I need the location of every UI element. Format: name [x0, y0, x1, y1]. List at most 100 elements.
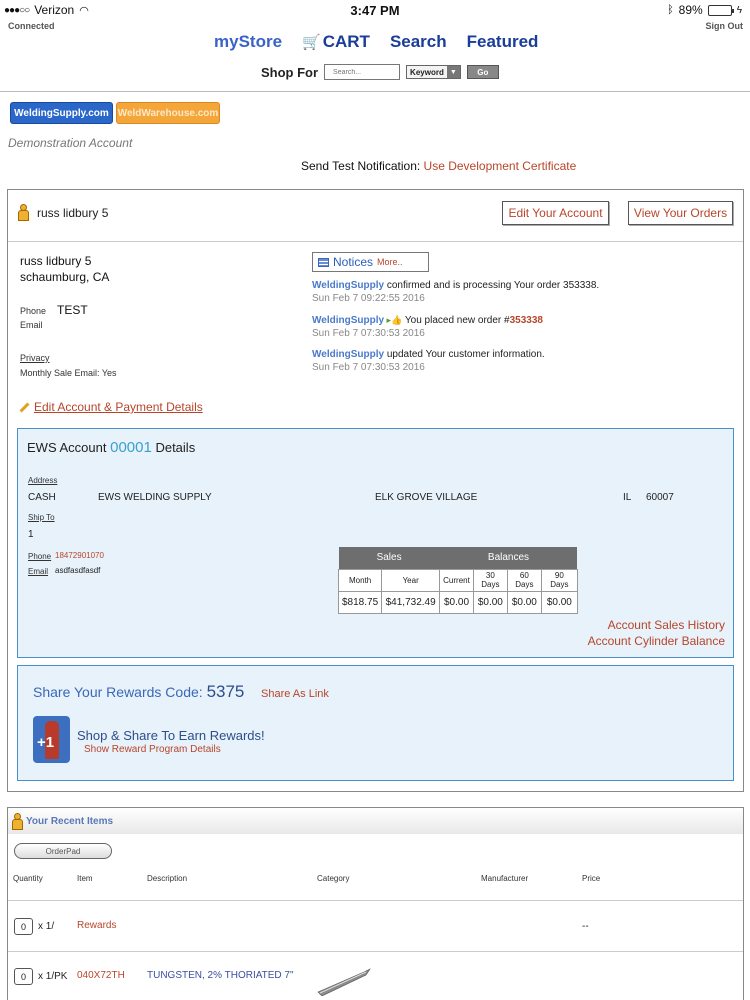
recent-items-title: Your Recent Items	[26, 815, 114, 827]
notification-label: Notification:	[357, 159, 421, 173]
rewards-code-label: Share Your Rewards Code:	[33, 684, 203, 700]
ews-account-box: EWS Account 00001 Details Address CASH E…	[17, 428, 734, 658]
col-manufacturer: Manufacturer	[481, 874, 529, 883]
notice-item: WeldingSupply updated Your customer info…	[312, 349, 545, 373]
quantity-input[interactable]: 0	[14, 968, 33, 985]
ews-account-number: 00001	[110, 439, 152, 456]
quantity-input[interactable]: 0	[14, 918, 33, 935]
col-description: Description	[147, 874, 188, 883]
account-sales-history-link[interactable]: Account Sales History	[608, 618, 725, 632]
battery-percent: 89%	[678, 3, 703, 17]
rewards-box: Share Your Rewards Code: 5375 Share As L…	[17, 665, 734, 781]
development-certificate-link[interactable]: Use Development Certificate	[424, 159, 577, 173]
keyword-select-value: Keyword	[410, 67, 444, 77]
search-input[interactable]	[324, 64, 401, 80]
rewards-code-line: Share Your Rewards Code: 5375	[33, 682, 244, 702]
recent-items-panel: Your Recent Items OrderPad Quantity Item…	[7, 807, 744, 1000]
nav-cart[interactable]: 🛒 CART	[302, 32, 370, 52]
row-item-link[interactable]: 040X72TH	[77, 970, 125, 981]
notice-order-link[interactable]: 353338	[510, 315, 543, 326]
balances-header: Balances	[439, 547, 578, 569]
address-zip: 60007	[646, 492, 674, 503]
notices-icon	[318, 257, 329, 267]
col-30days: 30 Days	[472, 568, 508, 592]
pencil-icon	[19, 402, 30, 412]
col-category: Category	[317, 874, 350, 883]
phone-label: Phone	[20, 306, 47, 316]
nav-mystore[interactable]: myStore	[214, 32, 282, 52]
notices-more-link[interactable]: More..	[377, 257, 403, 267]
address-label: Address	[28, 476, 58, 485]
share-as-link[interactable]: Share As Link	[261, 688, 329, 700]
phone-value: TEST	[57, 303, 88, 317]
address-col2: EWS WELDING SUPPLY	[98, 492, 212, 503]
row-description-link[interactable]: TUNGSTEN, 2% THORIATED 7"	[147, 970, 294, 981]
monthly-sale-email: Monthly Sale Email: Yes	[20, 368, 117, 378]
cart-icon: 🛒	[302, 34, 321, 51]
notice-source[interactable]: WeldingSupply	[312, 349, 384, 360]
col-90days: 90 Days	[540, 568, 578, 592]
col-quantity: Quantity	[13, 874, 43, 883]
user-header: russ lidbury 5	[18, 204, 108, 221]
ship-to-label: Ship To	[28, 513, 55, 522]
main-nav: myStore 🛒 CART Search Featured	[214, 32, 538, 52]
notices-header: Notices More..	[312, 252, 429, 272]
edit-account-payment-label: Edit Account & Payment Details	[34, 400, 203, 414]
reward-program-details-link[interactable]: Show Reward Program Details	[84, 744, 221, 755]
store-tab-weldingsupply[interactable]: WeldingSupply.com	[10, 102, 113, 124]
col-current: Current	[439, 568, 474, 592]
row-unit: x 1/PK	[38, 971, 68, 982]
ews-title-prefix: EWS Account	[27, 440, 107, 455]
row-item-link[interactable]: Rewards	[77, 920, 116, 931]
ews-phone-label: Phone	[28, 552, 52, 561]
notice-time: Sun Feb 7 07:30:53 2016	[312, 328, 425, 339]
address-col1: CASH	[28, 492, 56, 503]
user-name: russ lidbury 5	[37, 205, 109, 220]
notice-source[interactable]: WeldingSupply	[312, 280, 384, 291]
user-icon	[18, 204, 29, 221]
email-label: Email	[20, 320, 43, 330]
col-month: Month	[337, 568, 383, 592]
send-test-label: Send Test	[301, 159, 355, 173]
orderpad-button[interactable]: OrderPad	[14, 843, 112, 859]
charging-icon: ϟ	[736, 4, 742, 16]
store-tab-weldwarehouse[interactable]: WeldWarehouse.com	[116, 102, 220, 124]
edit-account-payment-link[interactable]: Edit Account & Payment Details	[19, 400, 203, 414]
demo-account-label: Demonstration Account	[8, 136, 133, 150]
edit-account-button[interactable]: Edit Your Account	[502, 201, 609, 225]
chevron-down-icon: ▼	[446, 66, 460, 78]
earn-rewards-text: Shop & Share To Earn Rewards!	[77, 728, 265, 743]
account-cylinder-balance-link[interactable]: Account Cylinder Balance	[588, 634, 725, 648]
notice-text: You placed new order #	[402, 315, 510, 326]
value-30days: $0.00	[472, 590, 508, 614]
col-item: Item	[77, 874, 93, 883]
customer-name: russ lidbury 5	[20, 254, 92, 268]
notice-source[interactable]: WeldingSupply	[312, 315, 384, 326]
row-price: --	[582, 921, 589, 932]
battery-icon	[707, 4, 734, 16]
ews-phone-value[interactable]: 18472901070	[55, 551, 104, 560]
value-current: $0.00	[439, 590, 474, 614]
nav-cart-label: CART	[322, 32, 370, 51]
go-button[interactable]: Go	[466, 65, 499, 79]
address-city: ELK GROVE VILLAGE	[375, 492, 478, 503]
notice-item: WeldingSupply confirmed and is processin…	[312, 280, 599, 304]
nav-search[interactable]: Search	[390, 32, 447, 52]
nav-featured[interactable]: Featured	[467, 32, 539, 52]
row-divider	[8, 900, 743, 901]
address-state: IL	[623, 492, 632, 503]
sales-header: Sales	[338, 547, 440, 569]
clock: 3:47 PM	[350, 3, 400, 18]
value-90days: $0.00	[540, 590, 578, 614]
keyword-select[interactable]: Keyword ▼	[406, 65, 461, 79]
ship-to-value: 1	[28, 529, 34, 540]
gas-bottle-icon: +1	[33, 716, 70, 763]
tungsten-electrode-image	[317, 968, 371, 996]
customer-location: schaumburg, CA	[20, 270, 110, 284]
status-bar: ●●●○○ Verizon ◠ 3:47 PM ᛒ 89% ϟ	[0, 0, 750, 20]
recent-items-header: Your Recent Items	[8, 808, 743, 834]
view-orders-button[interactable]: View Your Orders	[628, 201, 733, 225]
sign-out-link[interactable]: Sign Out	[706, 21, 744, 31]
row-divider	[8, 951, 743, 952]
privacy-label: Privacy	[20, 353, 50, 363]
